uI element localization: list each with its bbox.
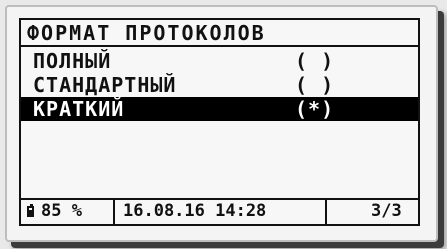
option-label: ПОЛНЫЙ bbox=[33, 49, 112, 73]
option-polny[interactable]: ПОЛНЫЙ ( ) bbox=[21, 49, 418, 73]
option-kratky[interactable]: КРАТКИЙ (*) bbox=[21, 97, 418, 121]
lcd-screen: ФОРМАТ ПРОТОКОЛОВ ПОЛНЫЙ ( ) СТАНДАРТНЫЙ… bbox=[19, 18, 420, 226]
screen-title: ФОРМАТ ПРОТОКОЛОВ bbox=[21, 20, 418, 47]
option-standartny[interactable]: СТАНДАРТНЫЙ ( ) bbox=[21, 73, 418, 97]
option-radio-mark: ( ) bbox=[295, 73, 335, 97]
status-bar: 85 % 16.08.16 14:28 3/3 bbox=[21, 198, 418, 224]
battery-icon bbox=[27, 204, 34, 217]
datetime: 16.08.16 14:28 bbox=[123, 201, 267, 221]
page-indicator: 3/3 bbox=[371, 201, 402, 221]
status-divider bbox=[325, 200, 327, 224]
option-label: КРАТКИЙ bbox=[33, 97, 125, 121]
option-radio-mark: (*) bbox=[295, 97, 335, 121]
battery-level: 85 % bbox=[41, 201, 82, 221]
option-radio-mark: ( ) bbox=[295, 49, 335, 73]
option-label: СТАНДАРТНЫЙ bbox=[33, 73, 177, 97]
status-divider bbox=[113, 200, 115, 224]
